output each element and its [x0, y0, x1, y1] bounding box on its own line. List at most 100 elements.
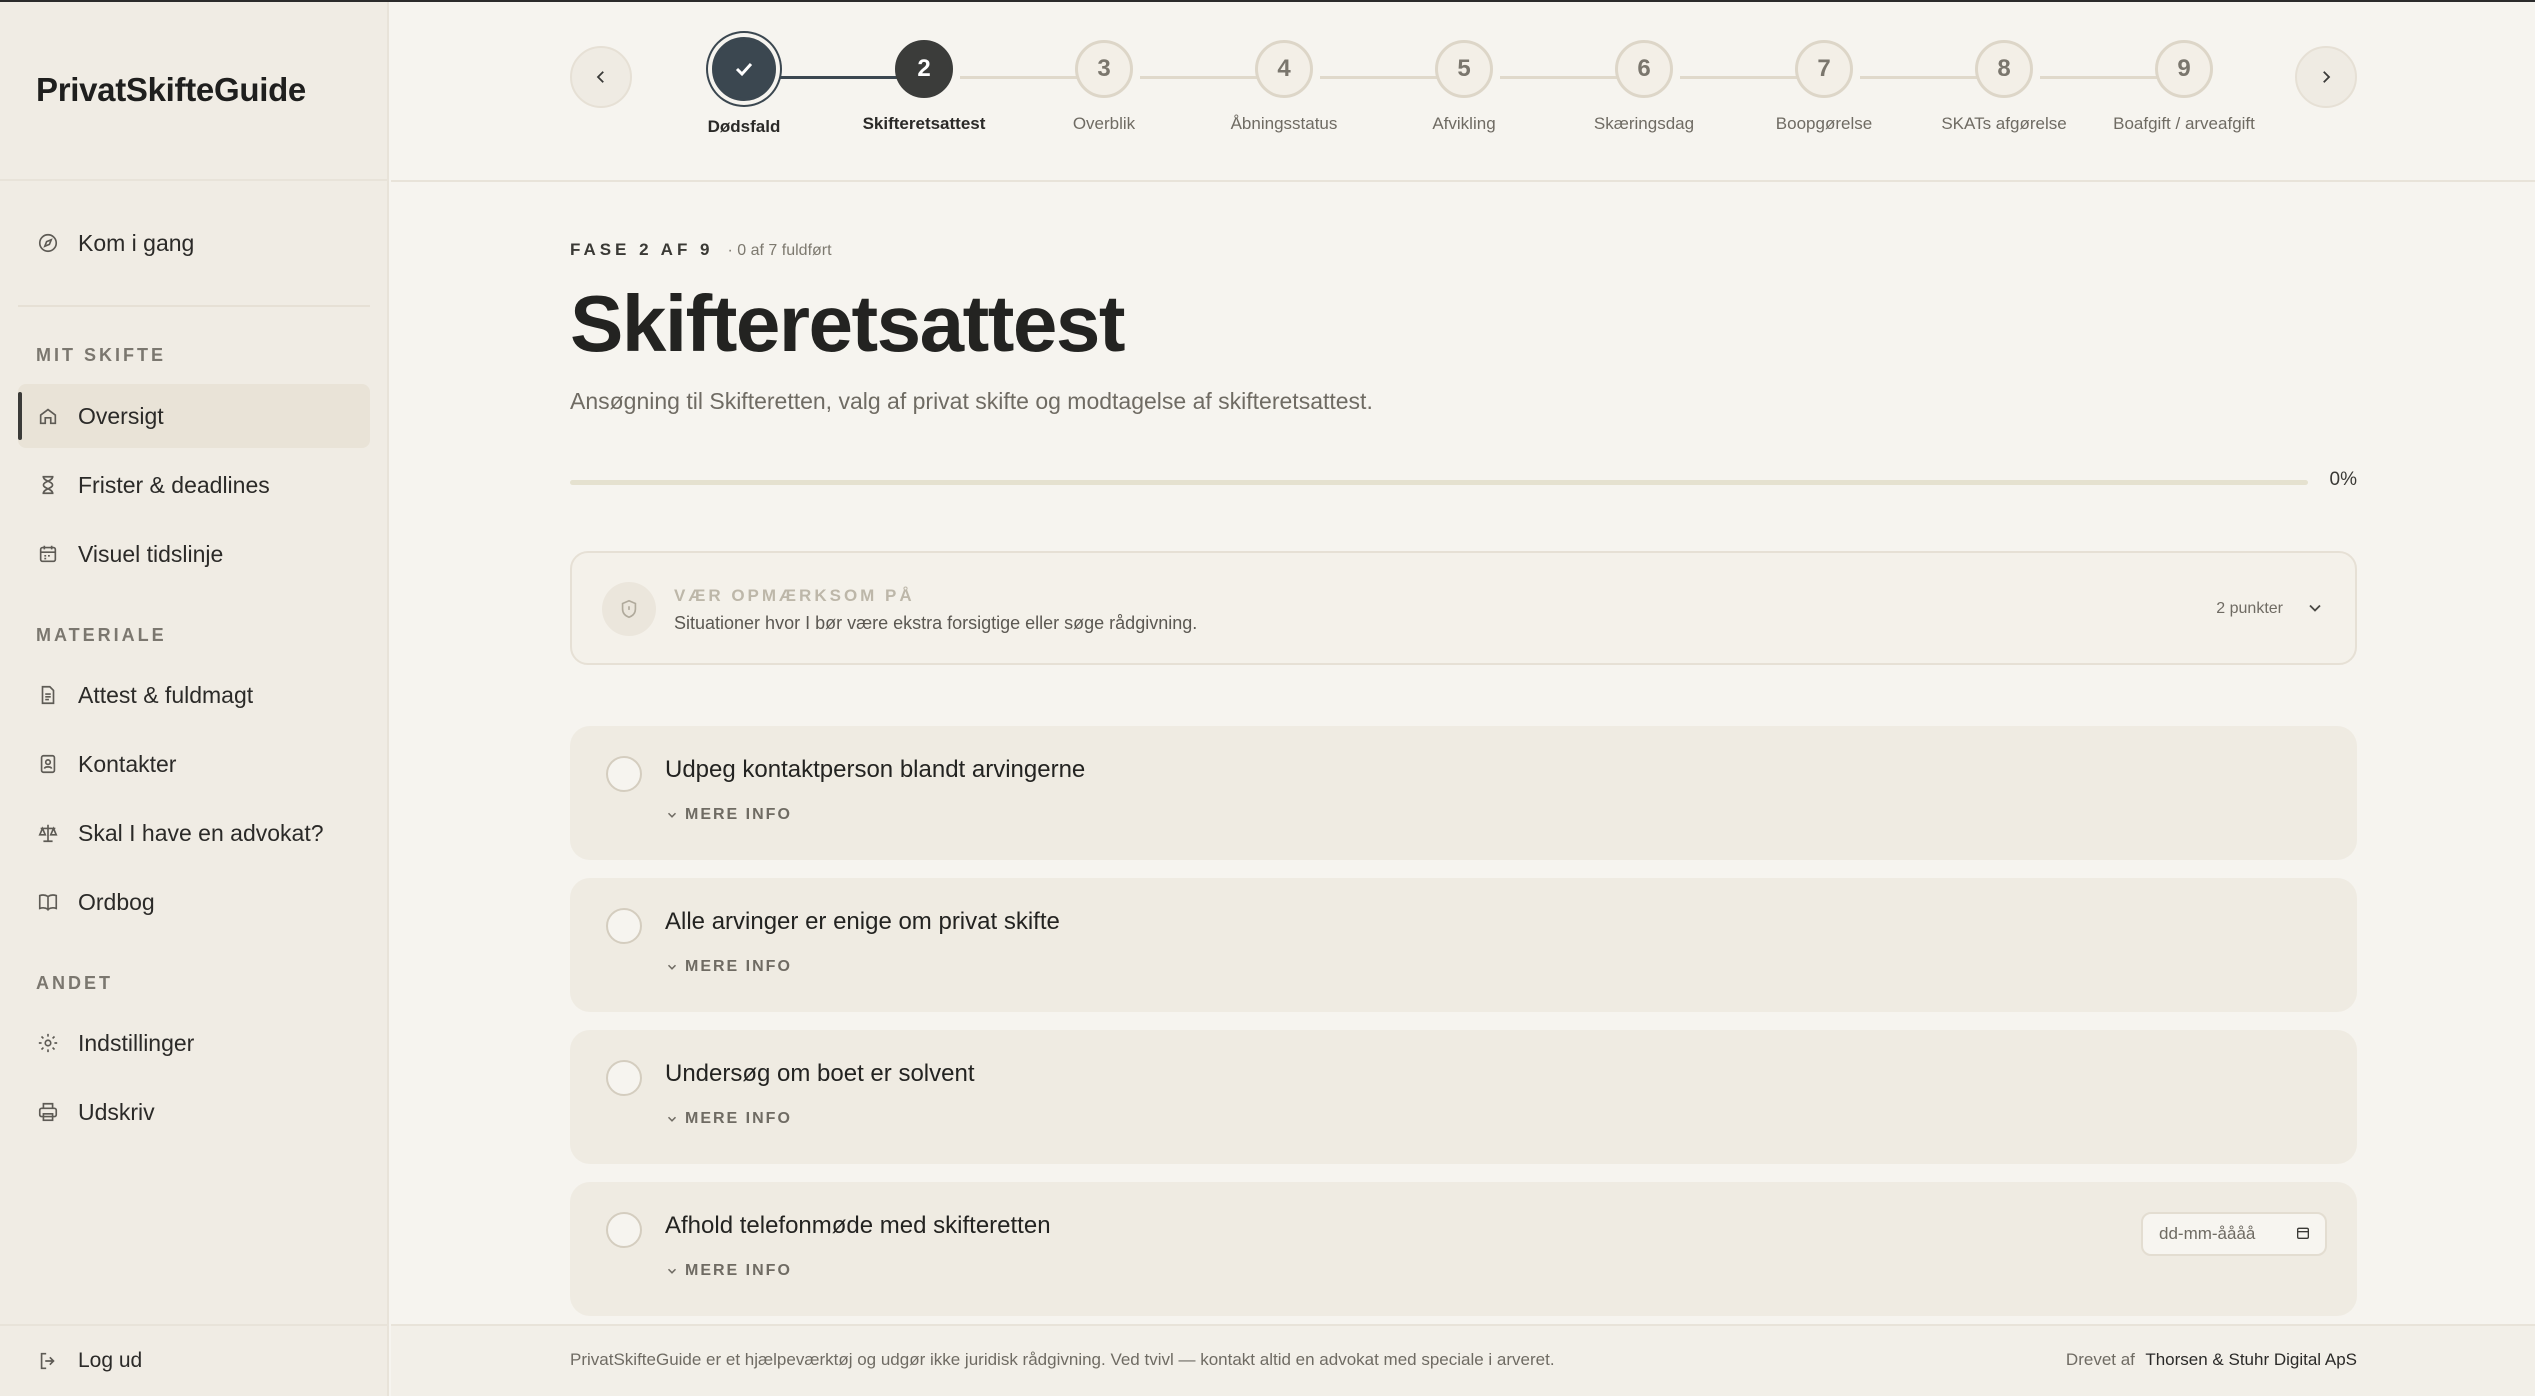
- step-label: Åbningsstatus: [1230, 114, 1338, 133]
- footer-powered-by: Drevet af Thorsen & Stuhr Digital ApS: [2066, 1350, 2357, 1370]
- logout-button[interactable]: Log ud: [0, 1324, 389, 1396]
- logout-label: Log ud: [78, 1349, 143, 1372]
- page-subtitle: Ansøgning til Skifteretten, valg af priv…: [570, 388, 1373, 414]
- warning-description: Situationer hvor I bør være ekstra forsi…: [674, 613, 1198, 633]
- chevron-down-icon: [667, 1116, 677, 1122]
- more-info-toggle[interactable]: MERE INFO: [665, 1110, 792, 1128]
- chevron-left-icon: [596, 71, 604, 83]
- sidebar-item-tidslinje[interactable]: Visuel tidslinje: [18, 522, 370, 586]
- step-circle: 6: [1615, 40, 1673, 98]
- step-2[interactable]: 2 Skifteretsattest: [844, 40, 1004, 134]
- step-label: Boopgørelse: [1775, 114, 1873, 133]
- gear-icon: [36, 1031, 60, 1055]
- sidebar-item-label: Skal I have en advokat?: [78, 819, 324, 846]
- chevron-down-icon[interactable]: [2305, 598, 2325, 623]
- step-circle: 5: [1435, 40, 1493, 98]
- step-label: Afvikling: [1432, 114, 1496, 133]
- step-label: Boafgift / arveafgift: [2113, 114, 2255, 133]
- brand-logo[interactable]: PrivatSkifteGuide: [36, 71, 306, 109]
- calendar-icon[interactable]: [2295, 1225, 2311, 1246]
- sidebar-divider: [18, 305, 370, 307]
- sidebar-item-kontakter[interactable]: Kontakter: [18, 732, 370, 796]
- step-5[interactable]: 5 Afvikling: [1384, 40, 1544, 134]
- brand-header: PrivatSkifteGuide: [0, 0, 387, 181]
- sidebar-item-kom-i-gang[interactable]: Kom i gang: [18, 211, 370, 275]
- step-label: Skifteretsattest: [862, 114, 986, 133]
- section-label-andet: ANDET: [36, 973, 113, 993]
- sidebar-item-oversigt[interactable]: Oversigt: [18, 384, 370, 448]
- phase-progress: 0%: [570, 468, 2357, 498]
- step-3[interactable]: 3 Overblik: [1024, 40, 1184, 134]
- next-phase-button[interactable]: [2295, 46, 2357, 108]
- more-info-toggle[interactable]: MERE INFO: [665, 806, 792, 824]
- more-info-toggle[interactable]: MERE INFO: [665, 958, 792, 976]
- task-checkbox[interactable]: [606, 756, 642, 792]
- sidebar-item-advokat[interactable]: Skal I have en advokat?: [18, 801, 370, 865]
- phase-content: FASE 2 AF 9 · 0 af 7 fuldført Skifterets…: [570, 240, 2357, 1316]
- chevron-down-icon: [667, 964, 677, 970]
- chevron-down-icon: [667, 812, 677, 818]
- page-title: Skifteretsattest: [570, 279, 1126, 368]
- sidebar-item-udskriv[interactable]: Udskriv: [18, 1080, 370, 1144]
- progress-percent: 0%: [2329, 469, 2357, 490]
- step-circle: 7: [1795, 40, 1853, 98]
- phase-label: FASE 2 AF 9: [570, 240, 714, 259]
- step-1[interactable]: Dødsfald: [664, 37, 824, 137]
- home-icon: [36, 404, 60, 428]
- sidebar-item-indstillinger[interactable]: Indstillinger: [18, 1011, 370, 1075]
- step-circle: 4: [1255, 40, 1313, 98]
- step-label: SKATs afgørelse: [1941, 114, 2067, 133]
- sidebar-item-frister[interactable]: Frister & deadlines: [18, 453, 370, 517]
- section-label-materiale: MATERIALE: [36, 625, 167, 645]
- step-circle: [712, 37, 776, 101]
- task-item: Alle arvinger er enige om privat skifte …: [570, 878, 2357, 1012]
- more-info-label: MERE INFO: [685, 958, 792, 975]
- calendar-icon: [36, 542, 60, 566]
- task-title: Alle arvinger er enige om privat skifte: [665, 908, 1060, 935]
- printer-icon: [36, 1100, 60, 1124]
- sidebar-item-label: Kontakter: [78, 750, 177, 777]
- step-circle: 9: [2155, 40, 2213, 98]
- sidebar-item-label: Attest & fuldmagt: [78, 681, 254, 708]
- checkmark-icon: [735, 62, 753, 77]
- date-placeholder: dd-mm-åååå: [2159, 1224, 2256, 1243]
- shield-icon: [602, 582, 656, 636]
- step-9[interactable]: 9 Boafgift / arveafgift: [2104, 40, 2264, 134]
- sidebar-item-label: Udskriv: [78, 1098, 155, 1125]
- warning-panel[interactable]: VÆR OPMÆRKSOM PÅ Situationer hvor I bør …: [570, 551, 2357, 665]
- date-field[interactable]: dd-mm-åååå: [2141, 1212, 2327, 1256]
- sidebar: PrivatSkifteGuide Kom i gang MIT SKIFTE …: [0, 0, 389, 1396]
- step-7[interactable]: 7 Boopgørelse: [1744, 40, 1904, 134]
- logout-icon: [36, 1349, 60, 1373]
- previous-phase-button[interactable]: [570, 46, 632, 108]
- section-label-mit-skifte: MIT SKIFTE: [36, 345, 166, 365]
- task-title: Undersøg om boet er solvent: [665, 1060, 975, 1087]
- task-checkbox[interactable]: [606, 908, 642, 944]
- book-icon: [36, 890, 60, 914]
- powered-prefix: Drevet af: [2065, 1350, 2135, 1369]
- task-item: Udpeg kontaktperson blandt arvingerne ME…: [570, 726, 2357, 860]
- phase-header: FASE 2 AF 9 · 0 af 7 fuldført: [570, 240, 2357, 260]
- top-border: [0, 0, 2535, 2]
- more-info-label: MERE INFO: [685, 806, 792, 823]
- hourglass-icon: [36, 473, 60, 497]
- task-checkbox[interactable]: [606, 1212, 642, 1248]
- sidebar-item-label: Oversigt: [78, 402, 164, 429]
- compass-icon: [36, 231, 60, 255]
- step-circle: 2: [895, 40, 953, 98]
- task-checkbox[interactable]: [606, 1060, 642, 1096]
- company-link[interactable]: Thorsen & Stuhr Digital ApS: [2145, 1350, 2357, 1369]
- more-info-toggle[interactable]: MERE INFO: [665, 1262, 792, 1280]
- sidebar-item-attest[interactable]: Attest & fuldmagt: [18, 663, 370, 727]
- chevron-right-icon: [2323, 71, 2331, 83]
- phase-progress-count: · 0 af 7 fuldført: [727, 242, 832, 259]
- phase-stepper: Dødsfald 2 Skifteretsattest 3 Overblik 4…: [391, 0, 2535, 182]
- step-label: Dødsfald: [707, 117, 781, 136]
- step-4[interactable]: 4 Åbningsstatus: [1204, 40, 1364, 134]
- more-info-label: MERE INFO: [685, 1262, 792, 1279]
- sidebar-item-ordbog[interactable]: Ordbog: [18, 870, 370, 934]
- step-6[interactable]: 6 Skæringsdag: [1564, 40, 1724, 134]
- sidebar-item-label: Kom i gang: [78, 229, 195, 256]
- step-8[interactable]: 8 SKATs afgørelse: [1924, 40, 2084, 134]
- sidebar-item-label: Visuel tidslinje: [78, 540, 224, 567]
